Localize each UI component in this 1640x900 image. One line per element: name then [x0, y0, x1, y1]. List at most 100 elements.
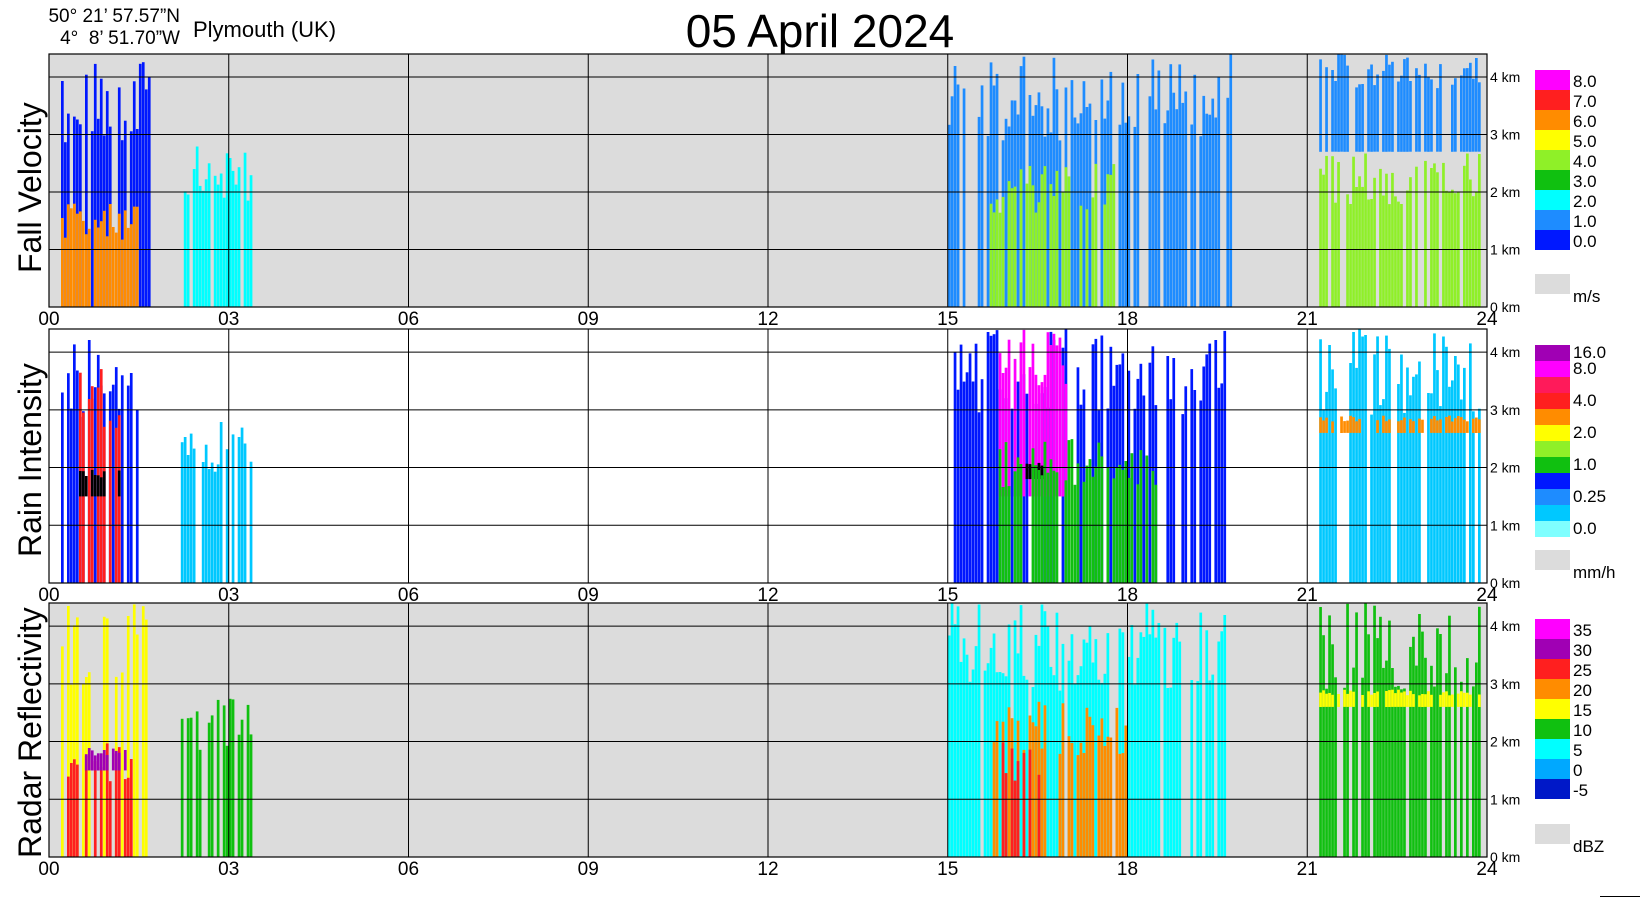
- panel-3-echo-streak: [1103, 746, 1107, 857]
- panel-1-echo-streak: [1079, 205, 1083, 307]
- panel-1-echo-streak: [1364, 153, 1367, 307]
- panel-1-echo-streak: [1184, 91, 1188, 307]
- panel-1-echo-streak: [93, 219, 97, 307]
- panel-3-echo-streak: [1448, 695, 1451, 707]
- panel-1-colorbar-swatch: [1535, 130, 1570, 150]
- panel-3-echo-streak: [1439, 694, 1442, 707]
- panel-1-echo-streak: [1094, 163, 1098, 307]
- panel-2-echo-streak: [1013, 471, 1017, 583]
- panel-1-echo-streak: [1025, 183, 1029, 307]
- panel-1-echo-streak: [1436, 88, 1439, 152]
- panel-3-echo-streak: [1379, 616, 1382, 857]
- panel-3-echo-streak: [1472, 686, 1475, 857]
- panel-3-echo-streak: [1109, 737, 1113, 857]
- panel-2-echo-streak: [1319, 417, 1322, 433]
- panel-1-colorbar-label: 0.0: [1573, 232, 1597, 251]
- panel-3-echo-streak: [1415, 665, 1418, 857]
- panel-2-colorbar-swatch: [1535, 409, 1570, 425]
- panel-3-echo-streak: [1091, 725, 1095, 857]
- panel-2-echo-streak: [1439, 419, 1442, 433]
- panel-1-echo-streak: [1400, 204, 1403, 307]
- panel-2-echo-streak: [1319, 339, 1322, 583]
- panel-2-echo-streak: [1346, 420, 1349, 433]
- panel-2-echo-streak: [1145, 455, 1149, 583]
- panel-1-echo-streak: [1373, 177, 1376, 307]
- panel-1-echo-streak: [1388, 204, 1391, 307]
- panel-1-echo-streak: [1451, 189, 1454, 307]
- panel-3-echo-streak: [1319, 692, 1322, 707]
- panel-1-echo-streak: [111, 227, 115, 307]
- panel-2-echo-streak: [1400, 420, 1403, 433]
- panel-2-echo-streak: [1352, 332, 1355, 583]
- panel-1-echo-streak: [1463, 68, 1466, 152]
- panel-3-echo-streak: [1433, 686, 1436, 857]
- panel-2-echo-streak: [1007, 339, 1011, 497]
- panel-2-echo-streak: [126, 385, 130, 583]
- panel-1-echo-streak: [126, 227, 130, 307]
- panel-3-echo-streak: [1052, 675, 1056, 857]
- panel-3-echo-streak: [102, 750, 106, 771]
- panel-2-echo-streak: [1184, 386, 1188, 583]
- panel-3-echo-streak: [1079, 742, 1083, 857]
- panel-3-echo-streak: [1436, 628, 1439, 857]
- panel-3-xtick-label: 21: [1297, 859, 1318, 880]
- panel-1-echo-streak: [1136, 74, 1140, 307]
- panel-2-ytick-label: 3 km: [1490, 402, 1520, 418]
- panel-2-echo-streak: [1136, 484, 1140, 583]
- panel-1-echo-streak: [1466, 68, 1469, 152]
- panel-2-echo-streak: [1472, 411, 1475, 583]
- panel-1-echo-streak: [1013, 186, 1017, 307]
- panel-1-colorbar-swatch: [1535, 230, 1570, 250]
- panel-2-echo-streak: [1220, 383, 1224, 583]
- panel-1-echo-streak: [1148, 96, 1152, 307]
- panel-3-echo-streak: [84, 755, 88, 857]
- panel-2-echo-streak: [1445, 346, 1448, 583]
- panel-3-echo-streak: [1019, 605, 1023, 857]
- panel-3-echo-streak: [1382, 667, 1385, 857]
- panel-3-echo-streak: [1445, 691, 1448, 707]
- panel-1-xtick-label: 12: [757, 309, 778, 330]
- panel-1-echo-streak: [1373, 85, 1376, 152]
- panel-3-colorbar-label: 15: [1573, 701, 1592, 720]
- panel-1-echo-streak: [1454, 193, 1457, 307]
- panel-3-echo-streak: [983, 670, 987, 857]
- panel-1-echo-streak: [1478, 82, 1481, 152]
- panel-2-echo-streak: [971, 381, 975, 583]
- panel-3-echo-streak: [93, 761, 97, 857]
- panel-1-echo-streak: [1463, 165, 1466, 307]
- panel-2-echo-streak: [1340, 416, 1343, 433]
- panel-2-nodata-swatch: [1535, 550, 1570, 570]
- panel-3-colorbar-label: 25: [1573, 661, 1592, 680]
- panel-1-echo-streak: [1124, 122, 1128, 307]
- panel-1-echo-streak: [1469, 62, 1472, 152]
- panel-2-echo-streak: [1016, 457, 1020, 583]
- panel-3-echo-streak: [956, 606, 960, 857]
- panel-1-echo-streak: [1460, 75, 1463, 152]
- panel-3-echo-streak: [1478, 694, 1481, 707]
- panel-1-echo-streak: [1016, 114, 1020, 307]
- panel-2-echo-streak: [1046, 472, 1050, 583]
- panel-3-colorbar-swatch: [1535, 639, 1570, 659]
- panel-2-echo-streak: [180, 442, 184, 583]
- panel-1-ytick-label: 2 km: [1490, 184, 1520, 200]
- panel-3-echo-streak: [1100, 718, 1104, 857]
- panel-2-echo-streak: [1010, 408, 1014, 583]
- panel-2-echo-streak: [1061, 365, 1065, 497]
- panel-3-colorbar-swatch: [1535, 659, 1570, 679]
- panel-2-ytick-label: 1 km: [1490, 517, 1520, 533]
- panel-1-xtick-label: 18: [1117, 309, 1138, 330]
- panel-1-echo-streak: [1121, 82, 1125, 307]
- panel-3-echo-streak: [120, 672, 124, 857]
- panel-1-echo-streak: [1163, 123, 1167, 307]
- panel-2-echo-streak: [1064, 383, 1068, 497]
- panel-1-echo-streak: [192, 169, 196, 307]
- panel-3-echo-streak: [1151, 609, 1155, 857]
- panel-3-echo-streak: [1163, 627, 1167, 857]
- panel-1-echo-streak: [61, 218, 64, 307]
- panel-2-echo-streak: [1388, 348, 1391, 583]
- panel-3-echo-streak: [195, 711, 199, 857]
- panel-3-echo-streak: [249, 734, 253, 857]
- panel-3-echo-streak: [1088, 716, 1092, 857]
- panel-3-echo-streak: [1331, 644, 1334, 857]
- panel-2-echo-streak: [90, 469, 94, 497]
